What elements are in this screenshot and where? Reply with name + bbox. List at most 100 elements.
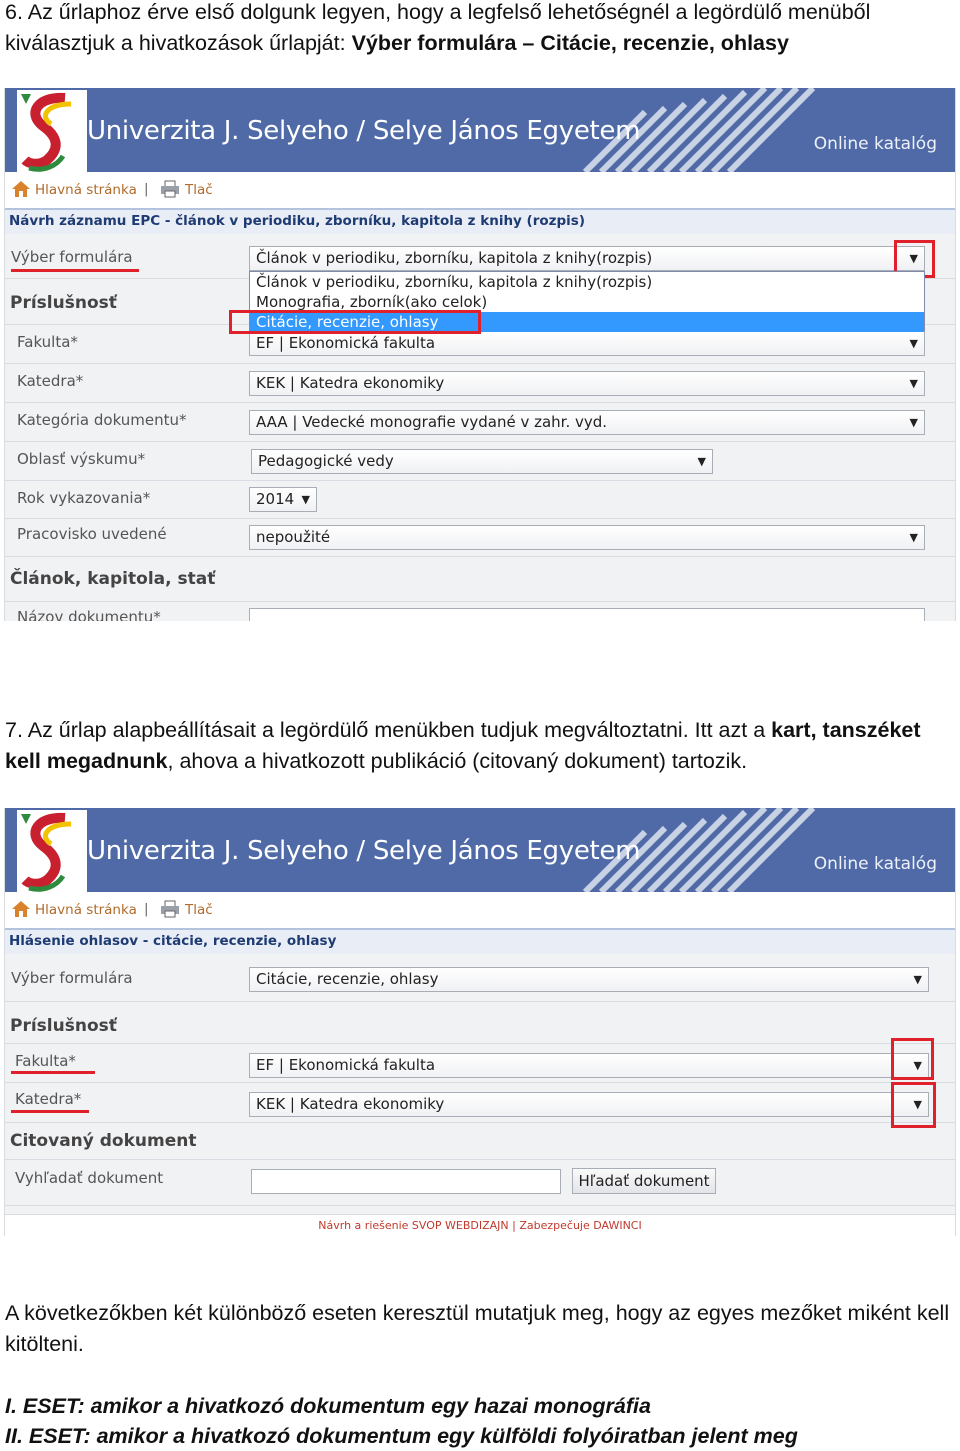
faculty-row: Fakulta* EF | Ekonomická fakulta ▼ [5,1044,955,1083]
affiliation-section: Príslušnosť [5,1002,955,1044]
form-select-label: Výber formulára [11,248,133,266]
form-select-row: Výber formulára Citácie, recenzie, ohlas… [5,954,955,1002]
section-article: Článok, kapitola, stať [10,569,216,589]
research-row: Oblasť výskumu* Pedagogické vedy ▼ [5,442,955,481]
conclusion-paragraph: A következőkben két különböző eseten ker… [5,1301,950,1356]
form-select[interactable]: Citácie, recenzie, ohlasy ▼ [249,967,929,992]
form-header: Návrh záznamu EPC - článok v periodiku, … [5,208,955,234]
step7-number: 7. [5,718,23,742]
dropdown-option[interactable]: Článok v periodiku, zborníku, kapitola z… [250,272,924,292]
department-select[interactable]: KEK | Katedra ekonomiky ▼ [249,371,925,396]
online-catalog-label: Online katalóg [813,134,937,154]
search-row: Vyhľadať dokument Hľadať dokument [5,1160,955,1206]
banner-title: Univerzita J. Selyeho / Selye János Egye… [87,116,641,146]
department-row: Katedra* KEK | Katedra ekonomiky ▼ [5,364,955,403]
chevron-down-icon[interactable]: ▼ [914,968,922,991]
step7-paragraph: 7. Az űrlap alapbeállításait a legördülő… [5,715,955,777]
screenshot-form-selection: Univerzita J. Selyeho / Selye János Egye… [4,88,956,621]
article-section: Článok, kapitola, stať [5,557,955,602]
print-link[interactable]: Tlač [185,182,213,198]
chevron-down-icon[interactable]: ▼ [698,450,706,473]
case1-line: I. ESET: amikor a hivatkozó dokumentum e… [5,1391,955,1422]
toolbar-separator: | [144,901,149,917]
department-value: KEK | Katedra ekonomiky [256,1095,445,1113]
dropdown-option[interactable]: Monografia, zborník(ako celok) [250,292,924,312]
year-label: Rok vykazovania* [17,489,151,507]
faculty-value: EF | Ekonomická fakulta [256,1056,436,1074]
form-header: Hlásenie ohlasov - citácie, recenzie, oh… [5,928,955,954]
chevron-down-icon[interactable]: ▼ [302,488,310,511]
online-catalog-label: Online katalóg [813,854,937,874]
banner: Univerzita J. Selyeho / Selye János Egye… [5,88,955,172]
research-select[interactable]: Pedagogické vedy ▼ [251,449,713,474]
toolbar-separator: | [144,181,149,197]
cited-section: Citovaný dokument [5,1123,955,1160]
doc-name-row: Názov dokumentu* [5,602,955,621]
home-link[interactable]: Hlavná stránka [35,182,137,198]
faculty-label: Fakulta* [17,333,78,351]
case1-text: I. ESET: amikor a hivatkozó dokumentum e… [5,1394,651,1418]
year-select[interactable]: 2014 ▼ [249,487,317,512]
home-icon[interactable] [11,180,31,198]
year-value: 2014 [256,490,295,508]
search-button[interactable]: Hľadať dokument [572,1168,716,1194]
doc-category-row: Kategória dokumentu* AAA | Vedecké monog… [5,403,955,442]
doc-name-input[interactable] [249,608,925,621]
banner-title: Univerzita J. Selyeho / Selye János Egye… [87,836,641,866]
home-link[interactable]: Hlavná stránka [35,902,137,918]
form-select-value: Citácie, recenzie, ohlasy [256,970,439,988]
home-icon[interactable] [11,900,31,918]
annotation-box-option [229,310,481,334]
department-row: Katedra* KEK | Katedra ekonomiky ▼ [5,1083,955,1123]
chevron-down-icon[interactable]: ▼ [910,372,918,395]
workplace-value: nepoužité [256,528,331,546]
section-affiliation: Príslušnosť [10,293,117,313]
annotation-box-department-arrow [891,1082,936,1128]
annotation-box-faculty-arrow [891,1038,934,1080]
form-select-label: Výber formulára [11,969,133,987]
doc-name-label: Názov dokumentu* [17,608,161,621]
faculty-select[interactable]: EF | Ekonomická fakulta ▼ [249,331,925,356]
step6-bold: Výber formulára – Citácie, recenzie, ohl… [351,31,789,55]
doc-category-value: AAA | Vedecké monografie vydané v zahr. … [256,413,608,431]
form-select-value: Článok v periodiku, zborníku, kapitola z… [256,249,653,267]
doc-category-label: Kategória dokumentu* [17,411,187,429]
research-value: Pedagogické vedy [258,452,394,470]
section-cited: Citovaný dokument [10,1131,197,1151]
annotation-underline [11,1110,89,1113]
department-label: Katedra* [17,372,84,390]
form-select[interactable]: Článok v periodiku, zborníku, kapitola z… [249,246,925,271]
chevron-down-icon[interactable]: ▼ [910,332,918,355]
step6-number: 6. [5,0,23,24]
faculty-label: Fakulta* [15,1052,76,1070]
footer: Návrh a riešenie SVOP WEBDIZAJN | Zabezp… [5,1214,955,1236]
workplace-select[interactable]: nepoužité ▼ [249,525,925,550]
annotation-underline [11,1071,95,1074]
step6-paragraph: 6. Az űrlaphoz érve első dolgunk legyen,… [5,0,955,59]
university-logo [17,810,87,892]
print-icon[interactable] [160,180,180,198]
banner: Univerzita J. Selyeho / Selye János Egye… [5,808,955,892]
workplace-label: Pracovisko uvedené [17,525,167,543]
faculty-select[interactable]: EF | Ekonomická fakulta ▼ [249,1053,929,1078]
toolbar: Hlavná stránka | Tlač [5,892,955,928]
chevron-down-icon[interactable]: ▼ [910,526,918,549]
research-label: Oblasť výskumu* [17,450,146,468]
faculty-value: EF | Ekonomická fakulta [256,334,436,352]
case2-line: II. ESET: amikor a hivatkozó dokumentum … [5,1421,955,1451]
toolbar: Hlavná stránka | Tlač [5,172,955,208]
chevron-down-icon[interactable]: ▼ [910,411,918,434]
university-logo [17,90,87,172]
section-affiliation: Príslušnosť [10,1016,117,1036]
print-link[interactable]: Tlač [185,902,213,918]
workplace-row: Pracovisko uvedené nepoužité ▼ [5,519,955,557]
search-input[interactable] [251,1169,561,1194]
annotation-underline [11,269,139,272]
doc-category-select[interactable]: AAA | Vedecké monografie vydané v zahr. … [249,410,925,435]
year-row: Rok vykazovania* 2014 ▼ [5,481,955,519]
department-select[interactable]: KEK | Katedra ekonomiky ▼ [249,1092,929,1117]
department-label: Katedra* [15,1090,82,1108]
step7-text: Az űrlap alapbeállításait a legördülő me… [27,718,766,742]
search-label: Vyhľadať dokument [15,1169,164,1187]
print-icon[interactable] [160,900,180,918]
